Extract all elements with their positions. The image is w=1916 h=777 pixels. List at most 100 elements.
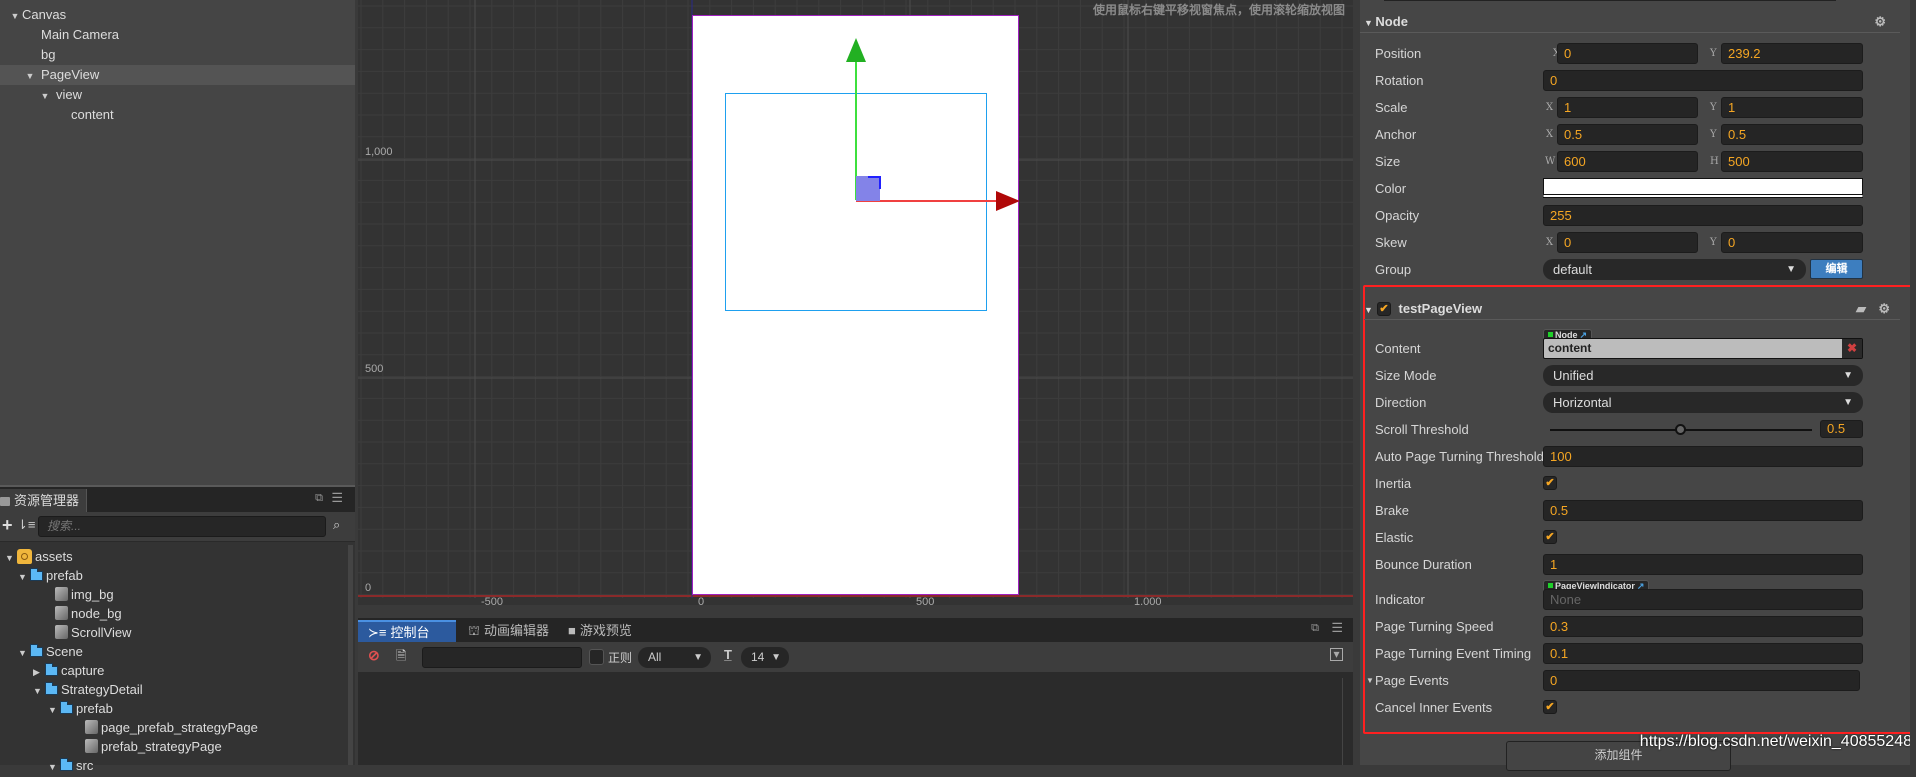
gear-icon[interactable]: ⚙ [1874, 11, 1886, 33]
expand-arrow-icon[interactable]: ▼ [38, 86, 52, 106]
collapse-arrow-icon[interactable]: ▼ [48, 758, 60, 777]
direction-select[interactable]: Horizontal ▼ [1543, 392, 1863, 413]
expand-arrow-icon[interactable]: ▼ [8, 6, 22, 26]
scroll-threshold-input[interactable]: 0.5 [1820, 420, 1863, 438]
asset-item[interactable]: ▼ StrategyDetail [33, 680, 143, 699]
page-turning-event-timing-input[interactable]: 0.1 [1543, 643, 1863, 664]
asset-item[interactable]: ▼ Scene [18, 642, 83, 661]
tab-assets[interactable]: 资源管理器 [0, 489, 87, 514]
page-turning-speed-input[interactable]: 0.3 [1543, 616, 1863, 637]
popout-icon[interactable]: ⧉ [315, 492, 323, 505]
color-swatch[interactable] [1543, 178, 1863, 198]
component-enabled-checkbox[interactable]: ✔ [1377, 302, 1391, 316]
asset-item[interactable]: ScrollView [43, 623, 131, 642]
y-axis-label: Y [1710, 129, 1717, 140]
tree-label: Canvas [22, 7, 67, 22]
scroll-threshold-slider-thumb[interactable] [1675, 424, 1686, 435]
collapse-arrow-icon[interactable]: ▼ [1364, 18, 1375, 28]
console-filter-input[interactable] [422, 647, 582, 668]
collapse-arrow-icon[interactable]: ▼ [1366, 670, 1374, 691]
asset-item[interactable]: prefab_strategyPage [73, 737, 222, 756]
sort-icon[interactable]: ⇂≡ [17, 517, 35, 533]
group-select[interactable]: default ▼ [1543, 259, 1806, 280]
asset-item[interactable]: node_bg [43, 604, 122, 623]
opacity-input[interactable]: 255 [1543, 205, 1863, 226]
component-header[interactable]: ▼ ✔ testPageView ▰ ⚙ [1364, 298, 1900, 320]
bounce-duration-input[interactable]: 1 [1543, 554, 1863, 575]
size-h-input[interactable]: 500 [1721, 151, 1863, 172]
brake-input[interactable]: 0.5 [1543, 500, 1863, 521]
gear-icon[interactable]: ⚙ [1878, 298, 1890, 320]
console-toolbar: ⊘ 🗎 正则 All ▼ T̲ 14 ▼ ▾ [358, 642, 1353, 672]
collapse-arrow-icon[interactable]: ▼ [1364, 305, 1373, 315]
expand-arrow-icon[interactable]: ▼ [23, 66, 37, 86]
asset-item[interactable]: ▶ capture [33, 661, 104, 680]
rotation-input[interactable]: 0 [1543, 70, 1863, 91]
console-scrollbar[interactable] [1342, 678, 1343, 765]
assets-scrollbar[interactable] [348, 545, 353, 765]
tab-game-preview[interactable]: ■ 游戏预览 [558, 620, 658, 642]
folder-icon [45, 682, 58, 695]
regex-label: 正则 [608, 651, 633, 665]
font-size-select[interactable]: 14 ▼ [741, 647, 789, 668]
clear-reference-icon[interactable]: ✖ [1842, 339, 1862, 358]
asset-item[interactable]: img_bg [43, 585, 114, 604]
tree-item-content[interactable]: content [0, 105, 355, 125]
collapse-icon[interactable]: ▾ [1330, 648, 1343, 661]
tab-animation-editor[interactable]: ⛫ 动画编辑器 [458, 620, 558, 642]
asset-item[interactable]: ▼ prefab [48, 699, 113, 718]
page-events-input[interactable]: 0 [1543, 670, 1860, 691]
assets-search-input[interactable]: 搜索... [38, 516, 326, 537]
menu-icon[interactable]: ☰ [331, 490, 343, 506]
regex-checkbox[interactable] [589, 649, 604, 665]
elastic-checkbox[interactable]: ✔ [1543, 530, 1557, 544]
add-icon[interactable]: + [2, 515, 13, 536]
menu-icon[interactable]: ☰ [1331, 620, 1343, 636]
search-icon[interactable]: ⌕ [333, 517, 340, 533]
asset-item[interactable]: ▼ assets [5, 547, 73, 566]
bounce-duration-label: Bounce Duration [1375, 557, 1472, 572]
skew-y-input[interactable]: 0 [1721, 232, 1863, 253]
collapse-arrow-icon[interactable]: ▼ [33, 682, 45, 701]
clear-icon[interactable]: ⊘ [368, 647, 380, 664]
position-x-input[interactable]: 0 [1557, 43, 1698, 64]
asset-item[interactable]: ▼ prefab [18, 566, 83, 585]
folder-icon [0, 497, 10, 506]
inspector-scrollbar[interactable] [1910, 0, 1916, 765]
inertia-checkbox[interactable]: ✔ [1543, 476, 1557, 490]
chevron-down-icon: ▼ [1843, 397, 1853, 408]
chevron-down-icon: ▼ [1843, 370, 1853, 381]
size-mode-select[interactable]: Unified ▼ [1543, 365, 1863, 386]
tab-console[interactable]: ≻≡ 控制台 [358, 620, 456, 642]
collapse-arrow-icon[interactable]: ▼ [18, 644, 30, 663]
position-y-input[interactable]: 239.2 [1721, 43, 1863, 64]
tree-item-pageview[interactable]: ▼ PageView [0, 65, 355, 85]
scale-y-input[interactable]: 1 [1721, 97, 1863, 118]
asset-item[interactable]: ▼ src [48, 756, 93, 775]
anchor-y-input[interactable]: 0.5 [1721, 124, 1863, 145]
cancel-inner-events-checkbox[interactable]: ✔ [1543, 700, 1557, 714]
tree-item-canvas[interactable]: ▼ Canvas [0, 5, 355, 25]
size-w-input[interactable]: 600 [1557, 151, 1698, 172]
edit-group-button[interactable]: 编辑 [1810, 259, 1863, 279]
node-section-header[interactable]: ▼ Node ⚙ [1360, 11, 1900, 33]
popout-icon[interactable]: ⧉ [1311, 622, 1319, 635]
log-file-icon[interactable]: 🗎 [396, 647, 406, 669]
transform-gizmo[interactable] [358, 0, 1353, 605]
content-node-field[interactable]: content ✖ [1543, 338, 1863, 359]
help-book-icon[interactable]: ▰ [1856, 298, 1866, 320]
skew-x-input[interactable]: 0 [1557, 232, 1698, 253]
scale-x-input[interactable]: 1 [1557, 97, 1698, 118]
log-level-select[interactable]: All ▼ [638, 647, 711, 668]
auto-page-turning-threshold-input[interactable]: 100 [1543, 446, 1863, 467]
tree-item-view[interactable]: ▼ view [0, 85, 355, 105]
collapse-arrow-icon[interactable]: ▼ [18, 568, 30, 587]
tree-item-bg[interactable]: bg [0, 45, 355, 65]
tree-item-main-camera[interactable]: Main Camera [0, 25, 355, 45]
asset-item[interactable]: page_prefab_strategyPage [73, 718, 258, 737]
collapse-arrow-icon[interactable]: ▼ [48, 701, 60, 720]
collapse-arrow-icon[interactable]: ▼ [5, 549, 17, 568]
indicator-field[interactable]: None [1543, 589, 1863, 610]
scene-view[interactable]: 使用鼠标右键平移视窗焦点，使用滚轮缩放视图 1,000 500 0 -500 0… [358, 0, 1353, 605]
anchor-x-input[interactable]: 0.5 [1557, 124, 1698, 145]
